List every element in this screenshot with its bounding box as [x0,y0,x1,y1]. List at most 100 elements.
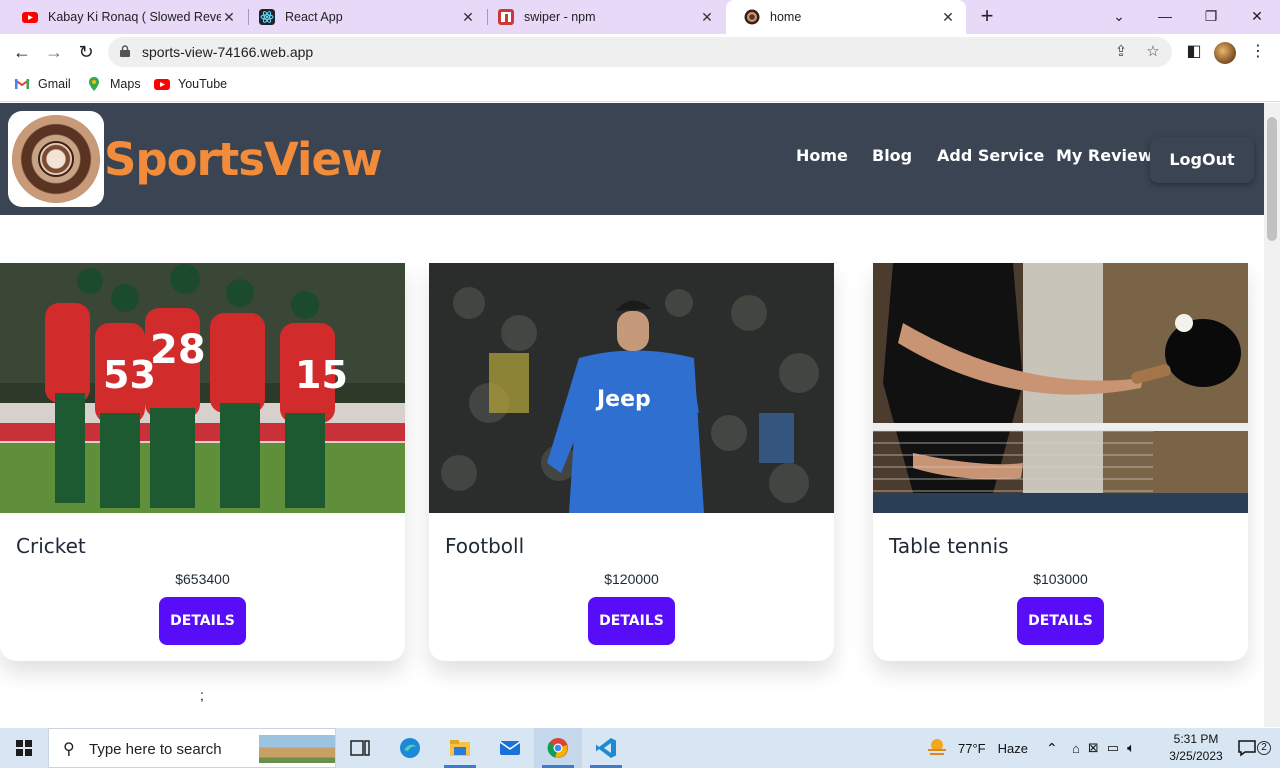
profile-avatar[interactable] [1214,42,1236,64]
bookmark-maps[interactable]: Maps [86,76,141,92]
soccer-ball-icon [38,141,74,177]
tab-react-app[interactable]: React App ✕ [241,0,486,34]
task-view-button[interactable] [336,728,384,768]
service-title: Cricket [16,534,86,558]
forward-icon[interactable]: → [42,40,66,64]
football-player-photo: Jeep [429,263,834,513]
notification-count-badge: 2 [1257,741,1271,755]
edge-icon [400,738,420,758]
logout-button[interactable]: LogOut [1150,137,1254,183]
share-icon[interactable]: ⇪ [1112,43,1130,61]
nav-home[interactable]: Home [796,146,848,165]
new-tab-button[interactable]: + [974,5,1000,29]
bookmark-label: Maps [110,77,141,91]
menu-kebab-icon[interactable]: ⋮ [1246,40,1270,64]
bookmark-star-icon[interactable]: ☆ [1144,43,1162,61]
tab-label: swiper - npm [524,10,596,24]
nav-blog[interactable]: Blog [872,146,912,165]
network-icon[interactable]: ▭ [1107,740,1119,756]
security-icon[interactable]: ⊠ [1088,740,1099,756]
chevron-up-icon[interactable]: ⌃ [1046,740,1058,757]
service-card-cricket: 53 28 15 Cricket $653400 DETAILS [0,263,405,661]
tab-label: React App [285,10,343,24]
mail-icon [499,741,521,755]
npm-icon [498,9,514,25]
service-price: $103000 [1033,571,1088,587]
details-button[interactable]: DETAILS [588,597,675,645]
close-icon[interactable]: ✕ [221,9,237,26]
notification-center-button[interactable]: 2 [1238,728,1271,768]
page-scrollbar[interactable] [1264,103,1280,727]
chrome-icon [547,738,568,758]
tab-search-icon[interactable]: ⌄ [1104,4,1134,28]
service-title: Table tennis [889,534,1009,558]
close-icon[interactable]: ✕ [699,9,715,26]
window-close-icon[interactable]: ✕ [1242,4,1272,28]
show-hidden-icons[interactable]: ⌃ [1046,728,1058,768]
brand-name[interactable]: SportsView [104,133,383,186]
tab-home[interactable]: home ✕ [726,0,966,34]
tab-swiper-npm[interactable]: swiper - npm ✕ [480,0,725,34]
site-logo[interactable] [8,111,104,207]
search-icon: ⚲ [63,741,75,758]
device-icon[interactable]: ⌂ [1072,741,1080,756]
service-card-football: Jeep Footboll $120000 DETAILS [429,263,834,661]
svg-text:28: 28 [150,327,206,373]
search-highlight-image [259,735,335,763]
browser-toolbar: ← → ↻ sports-view-74166.web.app ⇪ ☆ ◧ ⋮ [0,34,1280,70]
clock-time: 5:31 PM [1173,732,1219,746]
minimize-icon[interactable]: — [1150,4,1180,28]
maps-icon [89,77,99,91]
table-tennis-photo [873,263,1248,513]
service-card-table-tennis: Table tennis $103000 DETAILS [873,263,1248,661]
scrollbar-thumb[interactable] [1267,117,1277,241]
task-view-icon [350,740,370,756]
address-bar[interactable]: sports-view-74166.web.app ⇪ ☆ [108,37,1172,67]
tab-youtube[interactable]: Kabay Ki Ronaq ( Slowed Reverb ✕ [4,0,247,34]
tab-label: Kabay Ki Ronaq ( Slowed Reverb [48,10,221,24]
taskbar-chrome[interactable] [534,728,582,768]
tab-strip: Kabay Ki Ronaq ( Slowed Reverb ✕ React A… [0,0,1280,34]
nav-add-service[interactable]: Add Service [937,146,1044,165]
back-icon[interactable]: ← [10,40,34,64]
nav-my-review[interactable]: My Review [1056,146,1153,165]
tab-label: home [770,10,802,24]
details-button[interactable]: DETAILS [1017,597,1104,645]
youtube-icon [22,12,38,23]
bookmarks-bar: Gmail Maps YouTube [0,70,1280,102]
notification-icon [1238,740,1256,757]
side-panel-icon[interactable]: ◧ [1182,40,1206,64]
service-price: $653400 [175,571,230,587]
haze-weather-icon [928,739,946,755]
react-icon [259,9,275,25]
bookmark-label: YouTube [178,77,228,91]
windows-start-icon[interactable] [16,740,32,756]
service-title: Footboll [445,534,525,558]
taskbar-search-box[interactable]: ⚲ Type here to search [48,728,336,768]
site-logo-icon [744,9,760,25]
close-icon[interactable]: ✕ [940,9,956,26]
details-button[interactable]: DETAILS [159,597,246,645]
taskbar-vscode[interactable] [582,728,630,768]
taskbar-mail[interactable] [486,728,534,768]
youtube-icon [154,79,170,90]
restore-icon[interactable]: ❐ [1196,4,1226,28]
system-tray-icons: ⌂ ⊠ ▭ 🔈︎ [1072,728,1135,768]
reload-icon[interactable]: ↻ [74,40,98,64]
taskbar-clock[interactable]: 5:31 PM 3/25/2023 [1166,731,1226,765]
service-price: $120000 [604,571,659,587]
url-text: sports-view-74166.web.app [142,44,314,60]
vscode-icon [596,738,616,758]
taskbar-file-explorer[interactable] [436,728,484,768]
svg-text:53: 53 [103,353,156,397]
weather-description: Haze [997,740,1028,756]
bookmark-youtube[interactable]: YouTube [154,76,227,92]
taskbar-edge[interactable] [386,728,434,768]
stray-semicolon-text: ; [200,687,204,703]
weather-widget[interactable]: 77°F Haze [926,728,1028,768]
svg-text:15: 15 [295,353,348,397]
search-placeholder: Type here to search [89,741,222,758]
volume-icon[interactable]: 🔈︎ [1127,740,1135,756]
bookmark-gmail[interactable]: Gmail [14,76,71,92]
close-icon[interactable]: ✕ [460,9,476,26]
